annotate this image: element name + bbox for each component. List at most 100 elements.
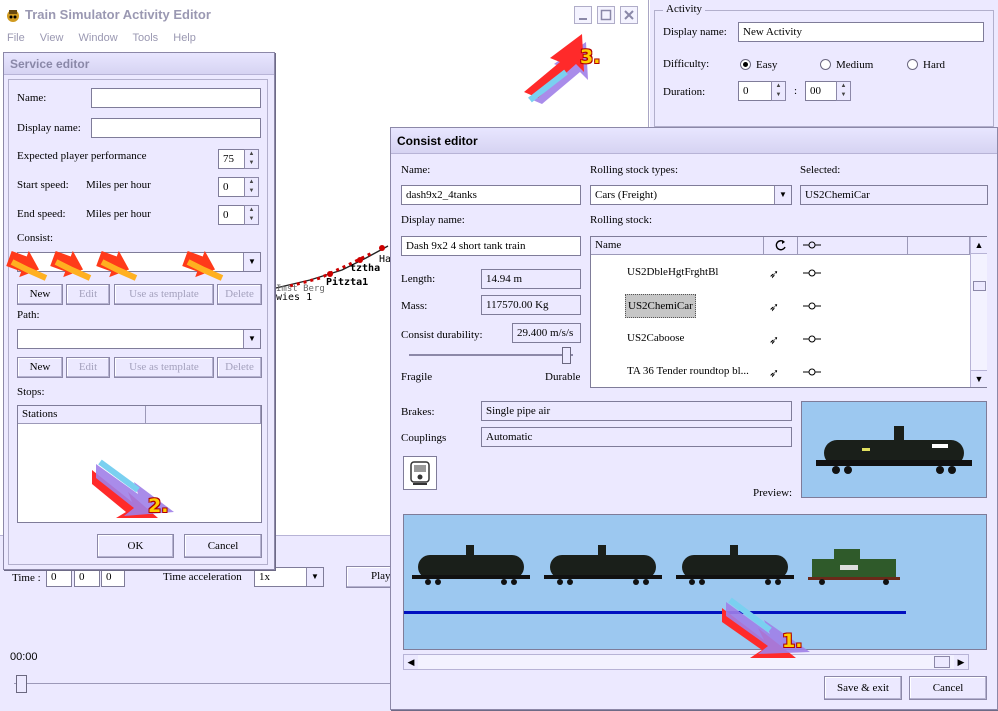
coupling-column-header[interactable] <box>798 237 908 255</box>
flip-icon[interactable]: ➶ <box>769 366 779 381</box>
step-3-arrow-icon <box>524 34 588 104</box>
start-speed-field[interactable]: 0 <box>218 177 245 197</box>
cancel-button[interactable]: Cancel <box>184 534 262 558</box>
maximize-button[interactable] <box>597 6 615 24</box>
path-edit-button[interactable]: Edit <box>66 357 110 378</box>
duration-hours-spinner[interactable]: ▲ ▼ <box>771 81 786 101</box>
scroll-left-icon[interactable]: ◀ <box>404 655 418 669</box>
consist-name-field[interactable]: dash9x2_4tanks <box>401 185 581 205</box>
scroll-thumb[interactable] <box>934 656 950 668</box>
step-2-callout: 2. <box>148 495 169 517</box>
menu-window[interactable]: Window <box>79 32 118 44</box>
rolling-stock-scrollbar[interactable]: ▲ ▼ <box>970 237 987 387</box>
time-acceleration-label: Time acceleration <box>163 571 242 583</box>
consist-label: Consist: <box>17 232 54 244</box>
end-speed-field[interactable]: 0 <box>218 205 245 225</box>
map-label: Pitzta1 <box>326 277 369 288</box>
save-exit-button[interactable]: Save & exit <box>824 676 902 700</box>
expected-performance-spinner[interactable]: ▲ ▼ <box>244 149 259 169</box>
coupling-icon[interactable] <box>803 301 821 311</box>
stock-name: TA 36 Tender roundtop bl... <box>627 365 749 377</box>
time-minutes-field[interactable]: 0 <box>74 567 100 587</box>
scroll-thumb[interactable] <box>973 281 986 291</box>
scroll-right-icon[interactable]: ▶ <box>954 655 968 669</box>
time-hours-field[interactable]: 0 <box>46 567 72 587</box>
brakes-label: Brakes: <box>401 406 435 418</box>
length-field: 14.94 m <box>481 269 581 289</box>
expected-performance-field[interactable]: 75 <box>218 149 245 169</box>
path-select[interactable]: ▼ <box>17 329 261 349</box>
consist-delete-button[interactable]: Delete <box>217 284 262 305</box>
scroll-down-icon[interactable]: ▼ <box>971 370 987 387</box>
length-label: Length: <box>401 273 436 285</box>
path-new-button[interactable]: New <box>17 357 63 378</box>
duration-minutes-spinner[interactable]: ▲ ▼ <box>836 81 851 101</box>
reverse-column-header[interactable] <box>764 237 798 255</box>
time-acceleration-select[interactable]: 1x ▼ <box>254 567 324 587</box>
activity-group-title: Activity <box>663 3 706 15</box>
durability-slider-thumb[interactable] <box>561 347 571 364</box>
blank-column-header[interactable] <box>908 237 970 255</box>
preview-label: Preview: <box>753 487 793 499</box>
consist-display-name-field[interactable]: Dash 9x2 4 short tank train <box>401 236 581 256</box>
difficulty-easy-radio[interactable] <box>740 59 751 70</box>
menu-view[interactable]: View <box>40 32 64 44</box>
name-column-header[interactable]: Name <box>591 237 764 255</box>
flip-icon[interactable]: ➶ <box>769 300 779 315</box>
flip-icon[interactable]: ➶ <box>769 333 779 348</box>
stations-column-header[interactable]: Stations <box>18 406 146 424</box>
end-speed-spinner[interactable]: ▲ ▼ <box>244 205 259 225</box>
consist-view-scrollbar[interactable]: ◀ ▶ <box>403 654 969 670</box>
stock-row[interactable]: TA 36 Tender roundtop bl... ➶ <box>591 356 969 387</box>
consist-editor-title: Consist editor <box>391 128 997 154</box>
durability-field: 29.400 m/s/s <box>512 323 581 343</box>
difficulty-hard-label: Hard <box>923 59 945 71</box>
duration-hours-field[interactable]: 0 <box>738 81 772 101</box>
consist-new-button[interactable]: New <box>17 284 63 305</box>
duration-minutes-field[interactable]: 00 <box>805 81 837 101</box>
start-speed-spinner[interactable]: ▲ ▼ <box>244 177 259 197</box>
path-template-button[interactable]: Use as template <box>114 357 214 378</box>
stock-row-selected[interactable]: US2ChemiCar ➶ <box>591 290 969 323</box>
flip-icon[interactable]: ➶ <box>769 267 779 282</box>
consist-cancel-button[interactable]: Cancel <box>909 676 987 700</box>
fragile-label: Fragile <box>401 371 433 383</box>
menu-tools[interactable]: Tools <box>133 32 159 44</box>
stock-row[interactable]: US2DbleHgtFrghtBl ➶ <box>591 257 969 290</box>
consist-edit-button[interactable]: Edit <box>66 284 110 305</box>
stock-name: US2ChemiCar <box>625 294 696 318</box>
service-display-name-field[interactable] <box>91 118 261 138</box>
play-button[interactable]: Play <box>346 566 396 588</box>
rolling-types-label: Rolling stock types: <box>590 164 678 176</box>
stock-name: US2DbleHgtFrghtBl <box>627 266 719 278</box>
timeline-slider[interactable] <box>16 675 27 693</box>
coupling-icon[interactable] <box>803 367 821 377</box>
rolling-stock-list[interactable]: Name ▲ ▼ US2DbleHgtFrghtBl ➶ US2ChemiCar… <box>590 236 987 388</box>
close-button[interactable] <box>620 6 638 24</box>
mass-label: Mass: <box>401 300 428 312</box>
consist-template-button[interactable]: Use as template <box>114 284 214 305</box>
minimize-button[interactable] <box>574 6 592 24</box>
rolling-types-select[interactable]: Cars (Freight) ▼ <box>590 185 792 205</box>
menu-file[interactable]: File <box>7 32 25 44</box>
difficulty-medium-radio[interactable] <box>820 59 831 70</box>
time-seconds-field[interactable]: 0 <box>101 567 125 587</box>
activity-display-name-field[interactable]: New Activity <box>738 22 984 42</box>
path-delete-button[interactable]: Delete <box>217 357 262 378</box>
service-name-field[interactable] <box>91 88 261 108</box>
coupling-icon[interactable] <box>803 334 821 344</box>
stops-column-header[interactable] <box>146 406 261 424</box>
coupling-icon[interactable] <box>803 268 821 278</box>
rolling-stock-label: Rolling stock: <box>590 214 653 226</box>
ok-button[interactable]: OK <box>97 534 174 558</box>
step-1-callout: 1. <box>782 630 803 652</box>
locomotive-button[interactable] <box>403 456 437 490</box>
scroll-up-icon[interactable]: ▲ <box>971 237 987 254</box>
selected-label: Selected: <box>800 164 841 176</box>
app-logo-icon <box>5 7 21 23</box>
difficulty-hard-radio[interactable] <box>907 59 918 70</box>
mass-field: 117570.00 Kg <box>481 295 581 315</box>
menu-help[interactable]: Help <box>173 32 196 44</box>
stock-row[interactable]: US2Caboose ➶ <box>591 323 969 356</box>
consist-view[interactable] <box>403 514 987 650</box>
